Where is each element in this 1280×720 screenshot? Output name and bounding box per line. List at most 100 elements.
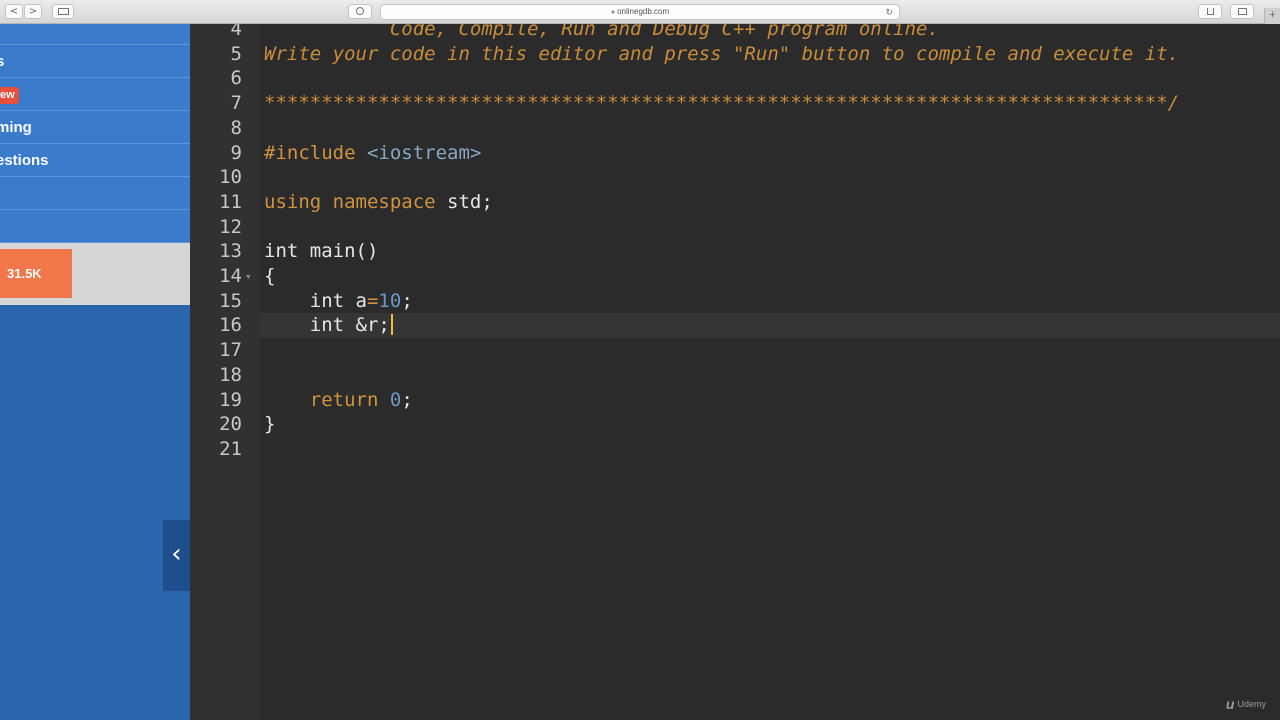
- code-token: Write your code in this editor and press…: [264, 42, 1180, 65]
- tabs-icon: [1237, 8, 1247, 15]
- new-badge: ew: [0, 87, 19, 104]
- line-number: 18: [219, 363, 242, 386]
- line-number: 6: [230, 67, 242, 90]
- forward-button[interactable]: >: [24, 4, 42, 19]
- code-line: 13 int main(): [190, 239, 1280, 264]
- sidebar-item-programming[interactable]: ming: [0, 111, 190, 144]
- sidebar-item-label: estions: [0, 152, 49, 169]
- line-number: 21: [219, 437, 242, 460]
- code-token: #include: [264, 141, 367, 164]
- line-number: 12: [219, 215, 242, 238]
- code-line: 15 int a=10;: [190, 289, 1280, 314]
- sidebar-item-0[interactable]: [0, 24, 190, 45]
- sidebar-item-label: ming: [0, 119, 32, 136]
- code-line: 19 return 0;: [190, 388, 1280, 413]
- udemy-watermark: u Udemy: [1226, 696, 1266, 712]
- sidebar-item-questions[interactable]: estions: [0, 144, 190, 177]
- sidebar-item-6[interactable]: [0, 210, 190, 243]
- collapse-sidebar-button[interactable]: ‹: [163, 520, 190, 591]
- code-token: a: [355, 289, 367, 312]
- url-text: onlinegdb.com: [617, 7, 670, 16]
- line-number: 13: [219, 240, 242, 263]
- line-code: {: [264, 264, 275, 289]
- code-line: 11 using namespace std;: [190, 190, 1280, 215]
- watermark-text: Udemy: [1237, 699, 1266, 709]
- line-number: 19: [219, 388, 242, 411]
- code-line: 17: [190, 338, 1280, 363]
- share-count-button[interactable]: 31.5K: [0, 249, 72, 298]
- line-number: 5: [230, 42, 242, 65]
- sidebar-item-5[interactable]: [0, 177, 190, 210]
- share-widget: 31.5K: [0, 243, 190, 305]
- code-token: return: [309, 388, 379, 411]
- code-line: 12: [190, 215, 1280, 240]
- back-button[interactable]: <: [5, 4, 23, 19]
- line-code: Code, Compile, Run and Debug C++ program…: [264, 24, 939, 42]
- tabs-overview-button[interactable]: [1230, 4, 1254, 19]
- sidebar-item-1[interactable]: s: [0, 45, 190, 78]
- code-editor[interactable]: 4 Code, Compile, Run and Debug C++ progr…: [190, 24, 1280, 720]
- browser-toolbar: < > ● onlinegdb.com ↻ +: [0, 0, 1280, 24]
- code-token: std;: [435, 190, 493, 213]
- code-token: int &r;: [264, 314, 390, 337]
- lock-icon: ●: [610, 9, 616, 16]
- line-number: 20: [219, 413, 242, 436]
- line-number: 10: [219, 166, 242, 189]
- udemy-logo-icon: u: [1225, 696, 1235, 712]
- code-token: 0: [389, 388, 402, 411]
- chevron-left-icon: ‹: [171, 539, 182, 569]
- share-button[interactable]: [1198, 4, 1222, 19]
- line-code: int &r;: [264, 313, 393, 338]
- privacy-button[interactable]: [348, 4, 372, 19]
- code-line: 7 ***************************************…: [190, 91, 1280, 116]
- code-token: ;: [401, 388, 413, 411]
- code-line: 8: [190, 116, 1280, 141]
- code-token: }: [264, 413, 276, 436]
- code-token: int: [264, 289, 356, 312]
- sidebar-item-new[interactable]: ew: [0, 78, 190, 111]
- code-line: 10: [190, 165, 1280, 190]
- code-token: using namespace: [264, 190, 436, 213]
- active-line-highlight: [260, 313, 1280, 339]
- code-line: 20}: [190, 412, 1280, 437]
- line-code: #include <iostream>: [264, 141, 481, 166]
- line-number: 7: [230, 92, 242, 115]
- code-token: Code, Compile, Run and Debug C++ program…: [264, 24, 939, 40]
- sidebar: s ew ming estions 31.5K ‹: [0, 24, 190, 720]
- line-code: Write your code in this editor and press…: [264, 42, 1179, 67]
- code-line: 18: [190, 363, 1280, 388]
- line-code: }: [264, 412, 275, 437]
- shield-icon: [356, 7, 364, 15]
- line-number: 16: [219, 314, 242, 337]
- line-number: 8: [230, 116, 242, 139]
- code-token: {: [264, 265, 276, 287]
- code-line: 16 int &r;: [190, 313, 1280, 339]
- line-code: int main(): [264, 239, 378, 264]
- code-token: ****************************************…: [264, 92, 1180, 115]
- new-tab-button[interactable]: +: [1264, 8, 1280, 24]
- line-number: 4: [230, 24, 242, 40]
- line-number: 17: [219, 339, 242, 362]
- code-line: 4 Code, Compile, Run and Debug C++ progr…: [190, 24, 1280, 42]
- code-line: 9 #include <iostream>: [190, 141, 1280, 166]
- code-line: 14 ▾ {: [190, 264, 1280, 289]
- code-token: int main(): [264, 240, 379, 263]
- line-code: using namespace std;: [264, 190, 493, 215]
- code-token: 10: [378, 289, 402, 312]
- code-token: ;: [401, 289, 413, 312]
- line-code: ****************************************…: [264, 91, 1179, 116]
- sidebar-item-label: s: [0, 53, 5, 70]
- line-number: 9: [230, 141, 242, 164]
- code-token: <iostream>: [366, 141, 482, 164]
- line-number: 15: [219, 289, 242, 312]
- reload-icon[interactable]: ↻: [885, 5, 893, 19]
- line-number: 11: [219, 190, 242, 213]
- sidebar-toggle-button[interactable]: [52, 4, 74, 19]
- fold-arrow-icon: ▾: [245, 270, 252, 283]
- address-bar[interactable]: ● onlinegdb.com ↻: [380, 4, 900, 20]
- share-icon: [1206, 8, 1214, 15]
- code-line: 5 Write your code in this editor and pres…: [190, 42, 1280, 67]
- text-cursor: [390, 314, 393, 336]
